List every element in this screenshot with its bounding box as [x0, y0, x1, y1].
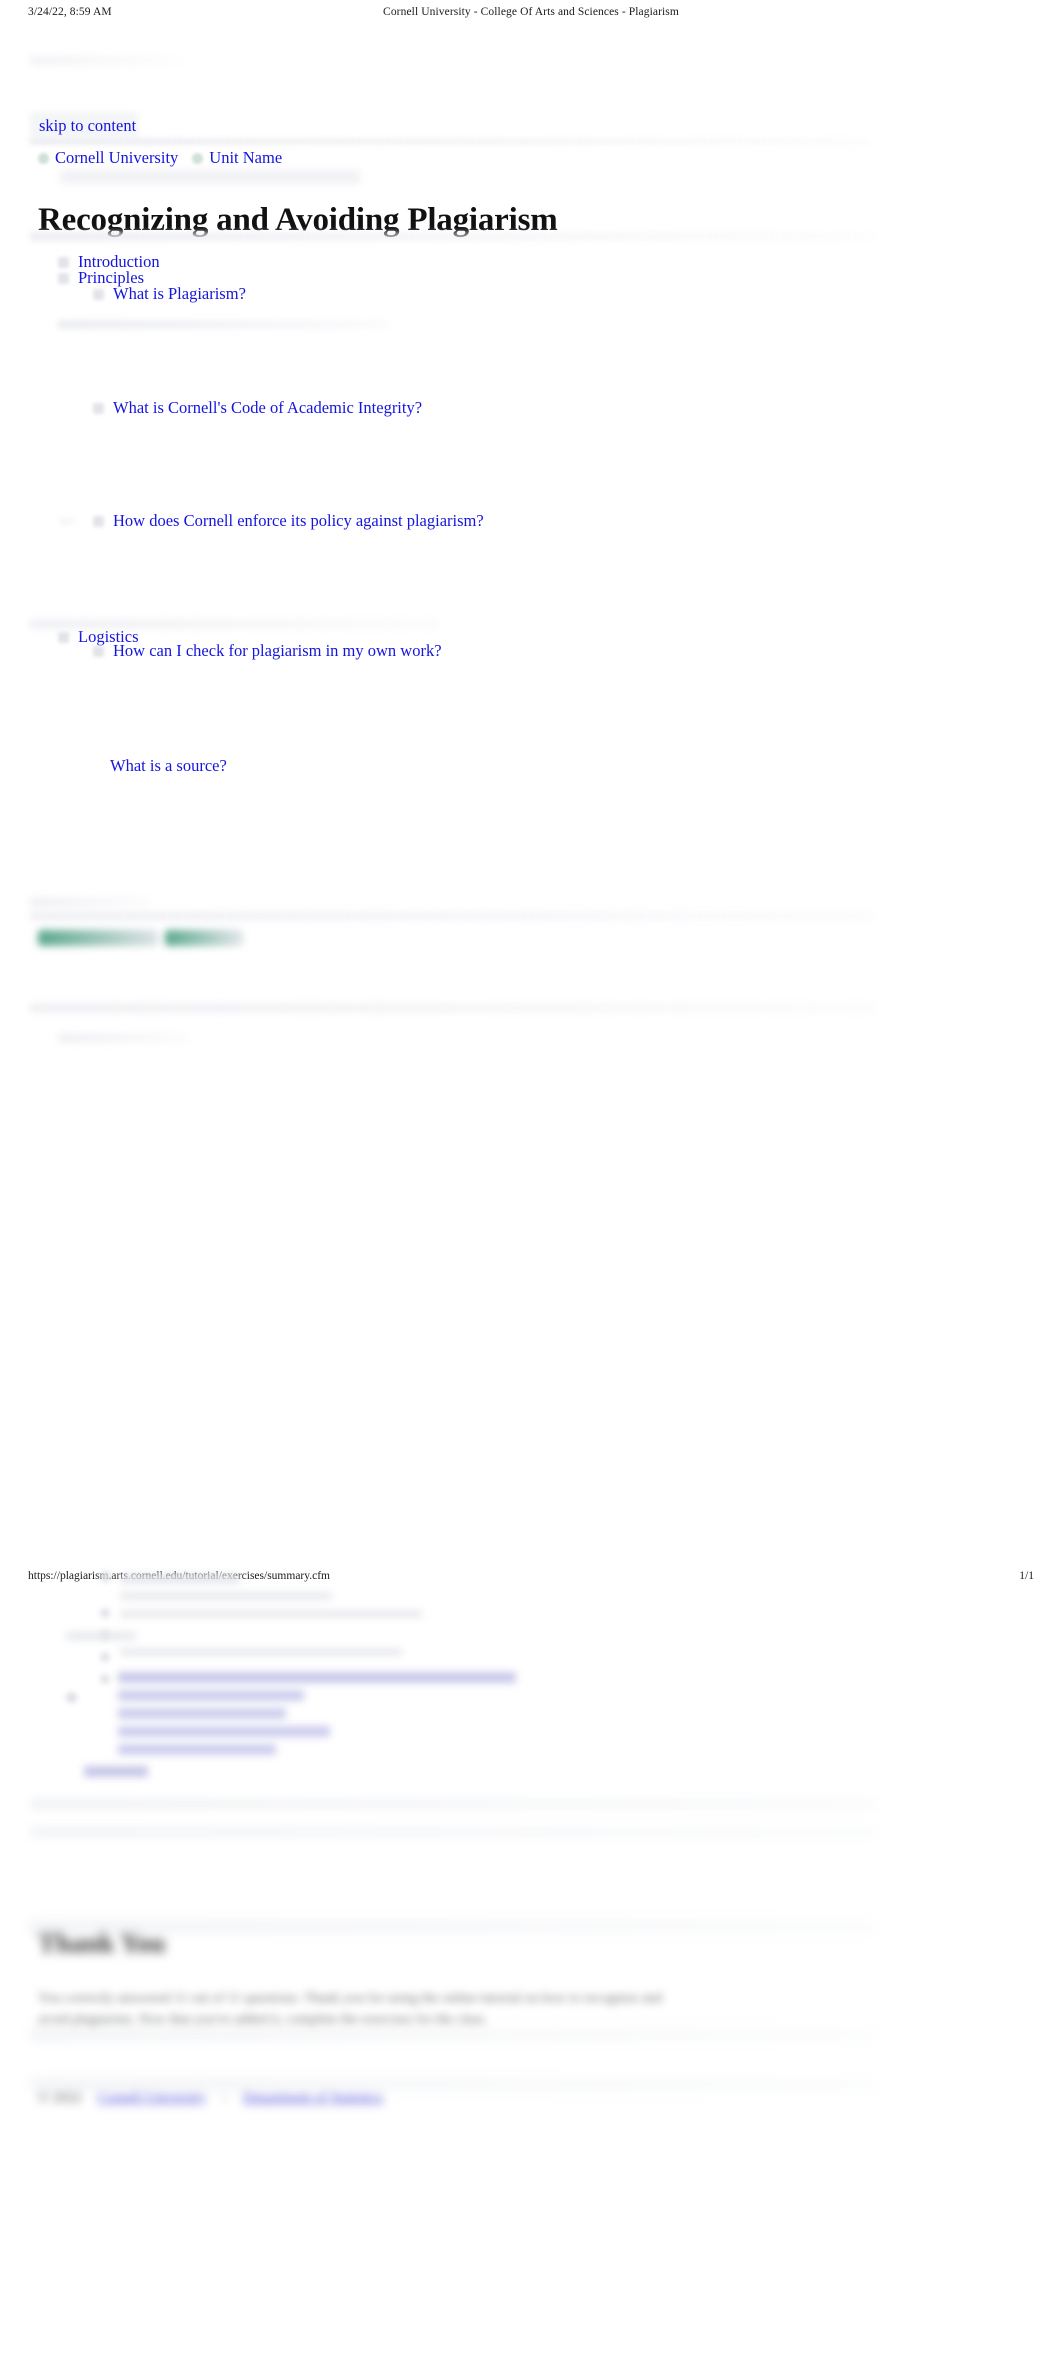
- ghost-list-row: [66, 1632, 136, 1640]
- ghost-link-row: [118, 1708, 286, 1719]
- ghost-link-row: [118, 1726, 330, 1737]
- bullet-icon: [93, 403, 104, 414]
- breadcrumb-divider: [30, 138, 870, 145]
- breadcrumb-link-label[interactable]: Unit Name: [209, 148, 282, 168]
- breadcrumb-item-unit-name[interactable]: Unit Name: [192, 148, 282, 168]
- thank-you-heading: Thank You: [38, 1928, 166, 1958]
- toc-item-what-is-plagiarism[interactable]: What is Plagiarism?: [93, 284, 246, 304]
- skip-to-content-link[interactable]: skip to content: [39, 116, 136, 136]
- toc-item-label[interactable]: What is Plagiarism?: [113, 284, 246, 304]
- nav-divider: [30, 232, 875, 241]
- ghost-link-row: [118, 1672, 516, 1683]
- ghost-divider: [30, 1828, 875, 1836]
- toc-item-label[interactable]: What is Cornell's Code of Academic Integ…: [113, 398, 422, 418]
- toc-item-enforce-policy[interactable]: How does Cornell enforce its policy agai…: [93, 511, 484, 531]
- ghost-button: [38, 930, 158, 946]
- print-preview-page: 3/24/22, 8:59 AM Cornell University - Co…: [0, 0, 1062, 2368]
- ghost-link-row: [118, 1690, 304, 1701]
- footer-link-cornell-university[interactable]: Cornell University: [98, 2090, 206, 2107]
- bullet-icon: [58, 257, 69, 268]
- ghost-content-row: [30, 898, 150, 906]
- ghost-bullet-icon: [66, 1692, 77, 1703]
- ghost-content-row: [30, 620, 440, 628]
- ghost-content-row: [30, 912, 875, 920]
- breadcrumb-item-cornell-university[interactable]: Cornell University: [38, 148, 178, 168]
- ghost-list-row: [120, 1574, 240, 1583]
- toc-item-check-own-work[interactable]: How can I check for plagiarism in my own…: [93, 641, 442, 661]
- footer-separator: -: [222, 2090, 227, 2106]
- ghost-list-row: [120, 1648, 402, 1656]
- bullet-icon: [93, 289, 104, 300]
- ghost-bullet-icon: [100, 1674, 110, 1684]
- footer-link-department[interactable]: Department of Statistics: [243, 2090, 383, 2107]
- ghost-content-row: [58, 320, 388, 329]
- ghost-divider: [30, 2030, 875, 2039]
- copyright-text: © 2022: [38, 2090, 82, 2106]
- toc-item-code-of-academic-integrity[interactable]: What is Cornell's Code of Academic Integ…: [93, 398, 422, 418]
- bullet-icon: [58, 273, 69, 284]
- ghost-bullet-icon: [100, 1608, 110, 1618]
- ghost-button: [165, 930, 243, 946]
- ghost-content-row: [58, 1034, 188, 1042]
- print-page-title: Cornell University - College Of Arts and…: [383, 6, 679, 18]
- ghost-divider: [30, 2080, 875, 2089]
- bullet-icon: [38, 152, 49, 164]
- ghost-content-row: [30, 1004, 875, 1012]
- toc-item-what-is-a-source[interactable]: What is a source?: [110, 756, 227, 776]
- ghost-list-row: [120, 1610, 422, 1618]
- toc-item-label[interactable]: What is a source?: [110, 756, 227, 776]
- ghost-bullet-icon: [100, 1652, 110, 1662]
- breadcrumb-link-label[interactable]: Cornell University: [55, 148, 178, 168]
- thank-you-body: You correctly answered 11 out of 11 ques…: [38, 1991, 663, 2027]
- toc-item-label[interactable]: How can I check for plagiarism in my own…: [113, 641, 442, 661]
- ghost-divider: [30, 1800, 875, 1808]
- bullet-icon: [93, 516, 104, 527]
- ghost-list-row: [120, 1592, 332, 1600]
- bullet-icon: [192, 152, 204, 164]
- bullet-icon: [93, 646, 104, 657]
- ghost-bullet-icon: [100, 1571, 111, 1582]
- header-ghost-band: [30, 56, 190, 65]
- bullet-icon: [58, 632, 69, 643]
- toc-item-label[interactable]: How does Cornell enforce its policy agai…: [113, 511, 484, 531]
- site-footer: © 2022 Cornell University - Department o…: [38, 2090, 383, 2107]
- breadcrumb: Cornell University Unit Name: [38, 148, 282, 168]
- ghost-link-row: [118, 1744, 276, 1755]
- ghost-link-row: [84, 1766, 148, 1777]
- blurred-second-page: [0, 1560, 1062, 2368]
- ghost-content-row: [60, 519, 78, 524]
- title-ghost-band: [60, 170, 360, 184]
- print-header: 3/24/22, 8:59 AM Cornell University - Co…: [0, 0, 1062, 30]
